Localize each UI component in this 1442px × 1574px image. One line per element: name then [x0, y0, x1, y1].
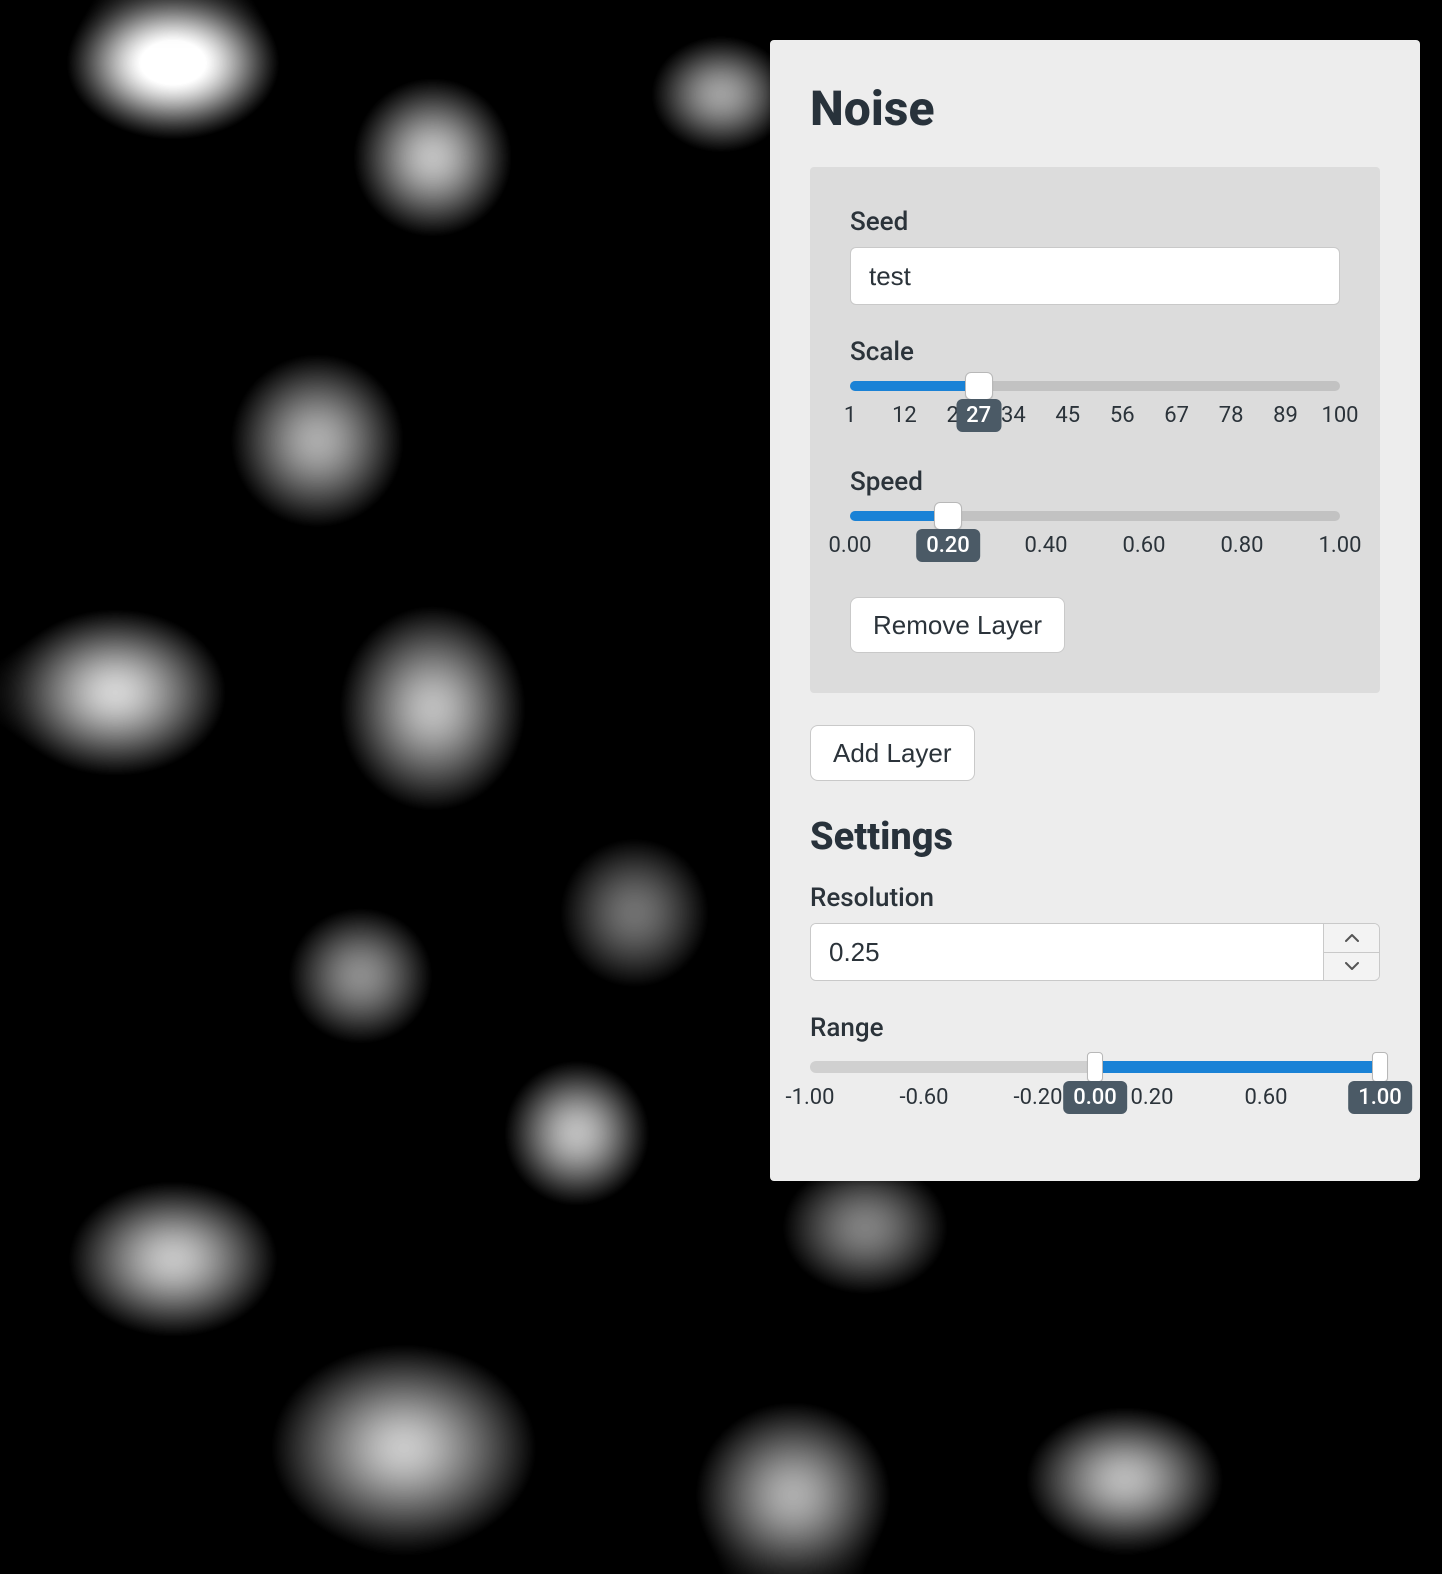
speed-slider[interactable]: [850, 511, 1340, 521]
controls-panel: Noise Seed Scale 1122334455667788910027 …: [770, 40, 1420, 1181]
speed-label: Speed: [850, 467, 1340, 497]
scale-tick: 100: [1321, 403, 1358, 428]
speed-tick: 0.60: [1123, 533, 1166, 558]
resolution-step-down[interactable]: [1324, 952, 1379, 981]
scale-tick: 78: [1219, 403, 1244, 428]
resolution-input[interactable]: [811, 924, 1323, 980]
scale-slider-thumb[interactable]: [965, 372, 993, 400]
speed-tick: 1.00: [1319, 533, 1362, 558]
scale-tick: 12: [892, 403, 917, 428]
remove-layer-row: Remove Layer: [850, 597, 1340, 653]
speed-tick: 0.80: [1221, 533, 1264, 558]
speed-field: Speed 0.000.200.400.600.801.000.20: [850, 467, 1340, 565]
noise-heading: Noise: [810, 80, 1380, 137]
speed-value-bubble: 0.20: [916, 529, 980, 562]
speed-tick: 0.40: [1025, 533, 1068, 558]
resolution-label: Resolution: [810, 883, 1380, 913]
noise-layer-card: Seed Scale 1122334455667788910027 Speed …: [810, 167, 1380, 693]
scale-tick: 56: [1110, 403, 1135, 428]
seed-label: Seed: [850, 207, 1340, 237]
range-high-bubble: 1.00: [1348, 1081, 1412, 1114]
range-tick: 0.20: [1131, 1085, 1174, 1110]
scale-tick: 1: [844, 403, 856, 428]
add-layer-row: Add Layer: [810, 725, 1380, 781]
range-slider-thumb-low[interactable]: [1087, 1052, 1103, 1082]
range-low-bubble: 0.00: [1063, 1081, 1127, 1114]
range-tick: -0.60: [900, 1085, 949, 1110]
resolution-field: Resolution: [810, 883, 1380, 981]
scale-tick: 34: [1001, 403, 1026, 428]
range-label: Range: [810, 1013, 1380, 1043]
range-slider[interactable]: [810, 1061, 1380, 1073]
seed-input[interactable]: [850, 247, 1340, 305]
remove-layer-button[interactable]: Remove Layer: [850, 597, 1065, 653]
resolution-stepper[interactable]: [810, 923, 1380, 981]
range-field: Range -1.00-0.60-0.200.200.601.000.001.0…: [810, 1013, 1380, 1121]
scale-slider[interactable]: [850, 381, 1340, 391]
range-tick: -0.20: [1014, 1085, 1063, 1110]
add-layer-button[interactable]: Add Layer: [810, 725, 975, 781]
scale-tick: 89: [1273, 403, 1298, 428]
range-tick: 0.60: [1245, 1085, 1288, 1110]
scale-tick: 45: [1055, 403, 1080, 428]
chevron-down-icon: [1345, 962, 1359, 971]
seed-field: Seed: [850, 207, 1340, 305]
speed-tick: 0.00: [829, 533, 872, 558]
chevron-up-icon: [1345, 933, 1359, 942]
scale-field: Scale 1122334455667788910027: [850, 337, 1340, 435]
scale-label: Scale: [850, 337, 1340, 367]
settings-heading: Settings: [810, 815, 1380, 859]
range-tick: -1.00: [786, 1085, 835, 1110]
resolution-step-up[interactable]: [1324, 924, 1379, 952]
speed-slider-thumb[interactable]: [934, 502, 962, 530]
scale-value-bubble: 27: [956, 399, 1001, 432]
range-slider-thumb-high[interactable]: [1372, 1052, 1388, 1082]
scale-tick: 67: [1164, 403, 1189, 428]
